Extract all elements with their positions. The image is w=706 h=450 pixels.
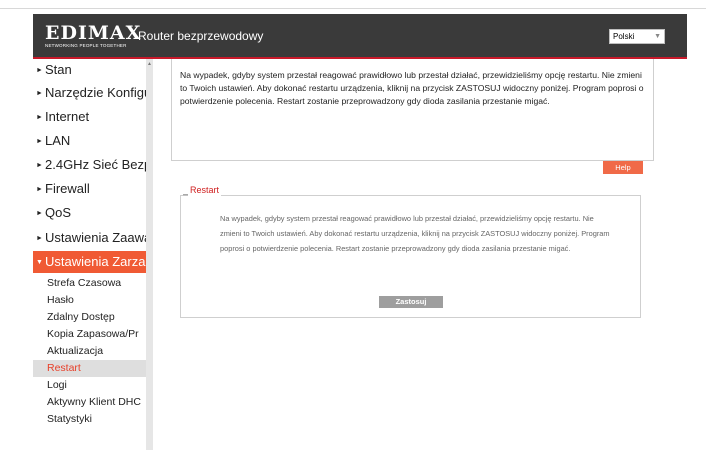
scroll-up-icon[interactable]: ▲ [147, 61, 152, 67]
caret-right-icon: ► [36, 89, 43, 97]
sidebar-item-label: Firewall [45, 181, 90, 196]
sidebar-subitem-dhcp-clients[interactable]: Aktywny Klient DHC [33, 394, 146, 411]
sidebar-subitem-time-zone[interactable]: Strefa Czasowa [33, 275, 146, 292]
sidebar-item-label: Stan [45, 62, 72, 77]
caret-right-icon: ► [36, 209, 43, 217]
sidebar-subitem-upgrade[interactable]: Aktualizacja [33, 343, 146, 360]
caret-right-icon: ► [36, 66, 43, 74]
caret-right-icon: ► [36, 234, 43, 242]
sidebar-item-wireless-24ghz[interactable]: ► 2.4GHz Sieć Bezp [33, 154, 146, 176]
router-frame: EDIMAX NETWORKING PEOPLE TOGETHER Router… [33, 14, 687, 450]
help-info-panel: Na wypadek, gdyby system przestał reagow… [171, 59, 654, 161]
sidebar: ► Stan ► Narzędzie Konfigu ► Internet ► LAN … [33, 59, 153, 450]
sidebar-item-label: Narzędzie Konfigu [45, 85, 146, 100]
chevron-down-icon: ▼ [654, 33, 661, 40]
restart-legend: Restart [188, 185, 222, 196]
sidebar-item-label: Ustawienia Zaawa [45, 230, 146, 245]
caret-right-icon: ► [36, 113, 43, 121]
edimax-logo: EDIMAX [45, 22, 142, 44]
sidebar-subitem-backup-restore[interactable]: Kopia Zapasowa/Pr [33, 326, 146, 343]
sidebar-subitem-remote-access[interactable]: Zdalny Dostęp [33, 309, 146, 326]
logo-tagline: NETWORKING PEOPLE TOGETHER [45, 43, 127, 48]
sidebar-item-firewall[interactable]: ► Firewall [33, 178, 146, 200]
sidebar-item-narzedzie-konfiguracji[interactable]: ► Narzędzie Konfigu [33, 82, 146, 104]
sidebar-item-label: LAN [45, 133, 71, 148]
caret-right-icon: ► [36, 137, 43, 145]
sidebar-subitem-logs[interactable]: Logi [33, 377, 146, 394]
sidebar-item-label: Ustawienia Zarza [45, 254, 146, 269]
sidebar-item-advanced-settings[interactable]: ► Ustawienia Zaawa [33, 227, 146, 249]
sidebar-subitem-restart[interactable]: Restart [33, 360, 146, 377]
caret-right-icon: ► [36, 161, 43, 169]
sidebar-item-label: Internet [45, 109, 90, 124]
language-value: Polski [613, 32, 635, 41]
sidebar-item-lan[interactable]: ► LAN [33, 130, 146, 152]
caret-right-icon: ► [36, 185, 43, 193]
sidebar-item-stan[interactable]: ► Stan [33, 59, 146, 81]
restart-description: Na wypadek, gdyby system przestał reagow… [220, 214, 610, 253]
apply-button[interactable]: Zastosuj [379, 296, 443, 308]
sidebar-subitem-password[interactable]: Hasło [33, 292, 146, 309]
top-divider [0, 8, 706, 9]
sidebar-item-internet[interactable]: ► Internet [33, 106, 146, 128]
sidebar-scrollbar[interactable] [146, 59, 153, 450]
language-select[interactable]: Polski ▼ [609, 29, 665, 44]
caret-down-icon: ▼ [36, 258, 43, 266]
sidebar-item-label: QoS [45, 205, 72, 220]
header-bar: EDIMAX NETWORKING PEOPLE TOGETHER Router… [33, 14, 687, 57]
page-title: Router bezprzewodowy [138, 29, 264, 43]
help-button[interactable]: Help [603, 161, 643, 174]
sidebar-subitem-statistics[interactable]: Statystyki [33, 411, 146, 428]
sidebar-item-qos[interactable]: ► QoS [33, 202, 146, 224]
sidebar-item-label: 2.4GHz Sieć Bezp [45, 157, 146, 172]
help-info-text: Na wypadek, gdyby system przestał reagow… [180, 70, 644, 106]
sidebar-item-management[interactable]: ▼ Ustawienia Zarza [33, 251, 146, 273]
